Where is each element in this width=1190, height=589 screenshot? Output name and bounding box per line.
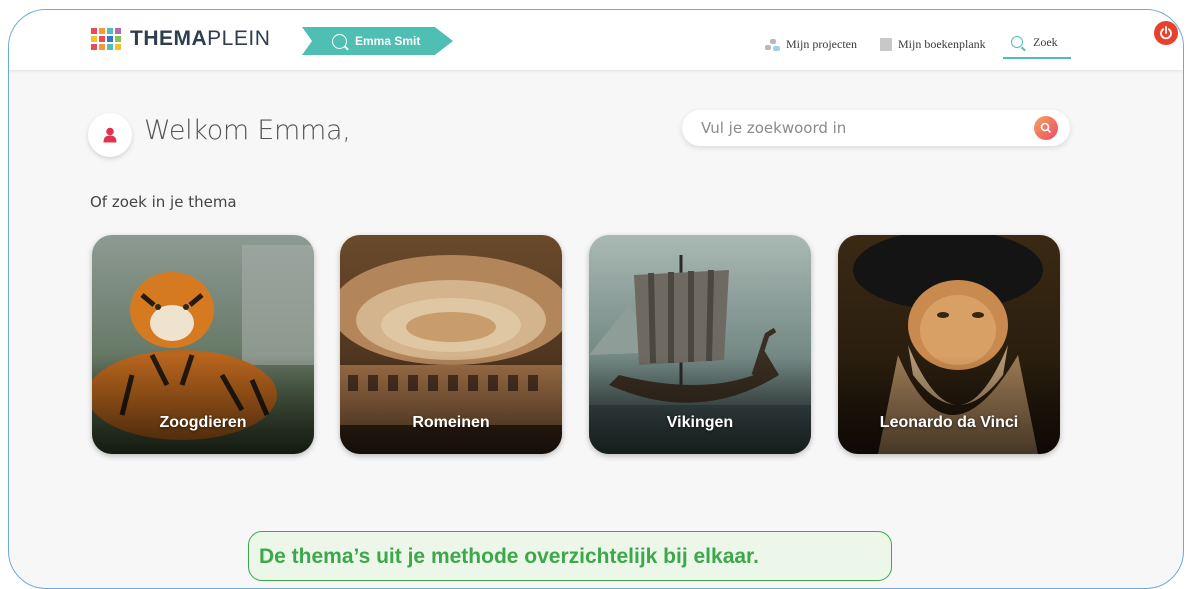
nav-my-bookshelf[interactable]: Mijn boekenplank (880, 37, 986, 52)
user-name: Emma Smit (355, 34, 421, 48)
top-bar: THEMAPLEIN Emma Smit Mijn projecten Mijn… (9, 10, 1183, 70)
power-button[interactable] (1154, 21, 1178, 45)
search-icon (1040, 122, 1052, 134)
theme-card-romeinen[interactable]: Romeinen (340, 235, 562, 454)
user-tag[interactable]: Emma Smit (302, 27, 453, 55)
nav-my-projects[interactable]: Mijn projecten (765, 37, 857, 52)
caption-banner: De thema’s uit je methode overzichtelijk… (248, 531, 892, 581)
nav-search-label: Zoek (1033, 34, 1058, 49)
theme-card-label: Leonardo da Vinci (879, 414, 1019, 431)
theme-card-label: Romeinen (412, 414, 490, 431)
theme-subtitle: Of zoek in je thema (90, 193, 237, 211)
theme-card-label: Zoogdieren (159, 414, 247, 431)
power-icon (1160, 26, 1172, 40)
search-bar[interactable] (682, 110, 1070, 146)
bookshelf-icon (880, 38, 892, 51)
logo[interactable]: THEMAPLEIN (91, 27, 270, 51)
theme-card-vikingen[interactable]: Vikingen (589, 235, 811, 454)
search-button[interactable] (1034, 116, 1058, 140)
logo-mark-icon (91, 28, 121, 50)
nav-my-projects-label: Mijn projecten (786, 37, 857, 51)
nav-search[interactable]: Zoek (1003, 27, 1071, 59)
welcome-heading: Welkom Emma, (144, 115, 351, 146)
avatar[interactable] (88, 113, 132, 157)
theme-card-label: Vikingen (666, 414, 734, 431)
theme-card-zoogdieren[interactable]: Zoogdieren (92, 235, 314, 454)
theme-card-leonardo[interactable]: Leonardo da Vinci (838, 235, 1060, 454)
search-input[interactable] (701, 119, 1021, 137)
search-icon (1011, 36, 1023, 48)
nav-my-bookshelf-label: Mijn boekenplank (898, 37, 986, 51)
user-icon (103, 127, 117, 143)
logo-text: THEMAPLEIN (130, 27, 271, 50)
app-frame: THEMAPLEIN Emma Smit Mijn projecten Mijn… (8, 9, 1184, 589)
projects-icon (765, 38, 780, 51)
search-icon (332, 33, 347, 49)
